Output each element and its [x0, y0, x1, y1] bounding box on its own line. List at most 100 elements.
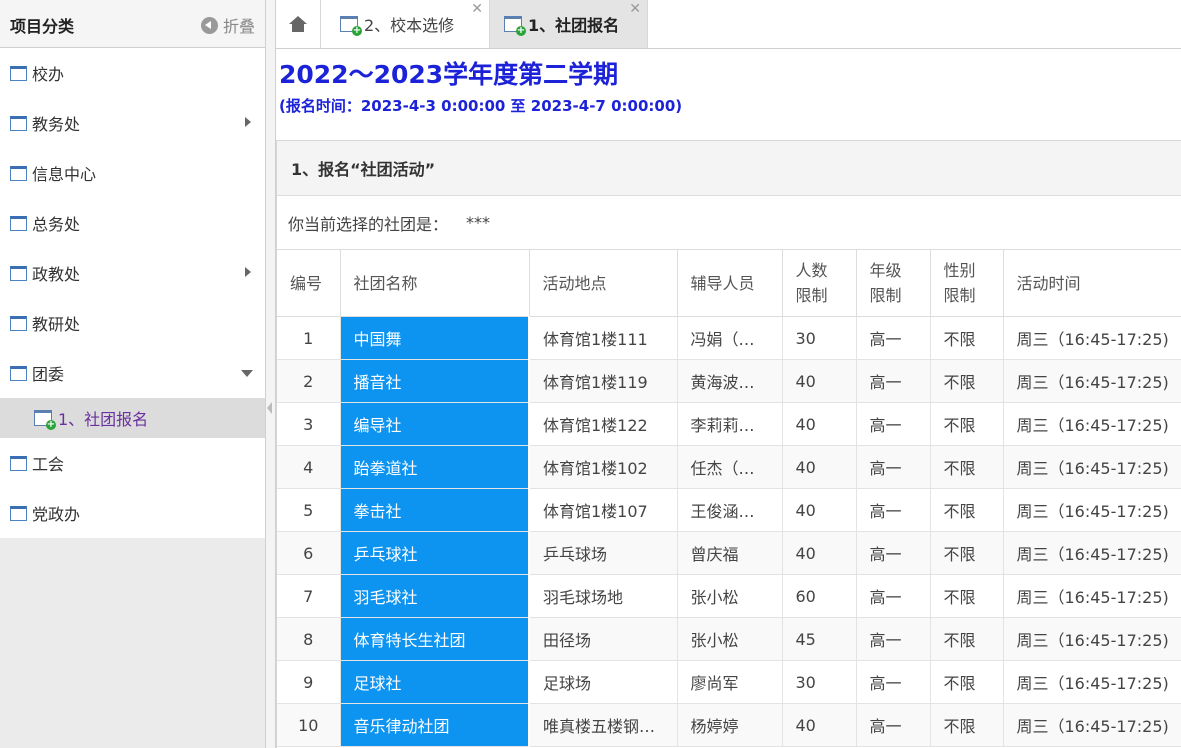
close-icon[interactable]: ✕ [471, 2, 483, 16]
club-gender-limit: 不限 [930, 617, 1004, 661]
club-name-button[interactable]: 跆拳道社 [340, 445, 530, 489]
club-grade-limit: 高一 [856, 402, 931, 446]
sidebar-item-label: 教研处 [32, 315, 81, 334]
club-schedule: 周三（16:45-17:25) [1003, 703, 1181, 747]
club-advisor: 曾庆福 [677, 531, 783, 575]
club-name-button[interactable]: 中国舞 [340, 316, 530, 360]
club-name-button[interactable]: 拳击社 [340, 488, 530, 532]
sidebar-item-zongwuchu[interactable]: 总务处 [0, 198, 265, 248]
table-row: 9 足球社 足球场 廖尚军 30 高一 不限 周三（16:45-17:25) [277, 660, 1181, 704]
club-capacity: 30 [782, 660, 857, 704]
sidebar-item-label: 总务处 [32, 215, 81, 234]
club-number: 7 [277, 574, 341, 618]
sidebar-item-jiaoyanchu[interactable]: 教研处 [0, 298, 265, 348]
table-row: 7 羽毛球社 羽毛球场地 张小松 60 高一 不限 周三（16:45-17:25) [277, 574, 1181, 618]
sidebar-item-zhengjiaochu[interactable]: 政教处 [0, 248, 265, 298]
club-number: 3 [277, 402, 341, 446]
window-icon [10, 455, 27, 471]
close-icon[interactable]: ✕ [629, 2, 641, 16]
club-schedule: 周三（16:45-17:25) [1003, 531, 1181, 575]
collapse-icon [200, 16, 218, 34]
tab-label: 2、校本选修 [364, 16, 455, 35]
sidebar-item-jiaowuchu[interactable]: 教务处 [0, 98, 265, 148]
club-grade-limit: 高一 [856, 531, 931, 575]
collapse-arrow-icon[interactable] [267, 402, 272, 414]
club-location: 体育馆1楼107 [529, 488, 678, 532]
sidebar-item-label: 校办 [32, 65, 65, 84]
tab-bar: 2、校本选修 ✕ 1、社团报名 ✕ [276, 0, 1181, 49]
club-name-button[interactable]: 体育特长生社团 [340, 617, 530, 661]
panel-title: 1、报名“社团活动” [277, 141, 1181, 196]
club-capacity: 40 [782, 703, 857, 747]
window-icon [10, 165, 27, 181]
club-advisor: 张小松 [677, 574, 783, 618]
club-location: 乒乓球场 [529, 531, 678, 575]
page-add-icon [504, 16, 526, 36]
club-schedule: 周三（16:45-17:25) [1003, 660, 1181, 704]
club-name-button[interactable]: 播音社 [340, 359, 530, 403]
table-row: 6 乒乓球社 乒乓球场 曾庆福 40 高一 不限 周三（16:45-17:25) [277, 531, 1181, 575]
chevron-down-icon [241, 370, 253, 377]
club-number: 9 [277, 660, 341, 704]
club-advisor: 杨婷婷 [677, 703, 783, 747]
club-gender-limit: 不限 [930, 316, 1004, 360]
column-header: 性别 限制 [930, 250, 1004, 317]
sidebar-item-xiaoban[interactable]: 校办 [0, 48, 265, 98]
club-gender-limit: 不限 [930, 359, 1004, 403]
collapse-button[interactable]: 折叠 [200, 13, 255, 37]
chevron-right-icon [245, 267, 251, 277]
home-icon [289, 16, 307, 32]
club-location: 羽毛球场地 [529, 574, 678, 618]
main-content: 2022～2023学年度第二学期 (报名时间：2023-4-3 0:00:00 … [276, 49, 1181, 748]
club-name-button[interactable]: 音乐律动社团 [340, 703, 530, 747]
club-number: 10 [277, 703, 341, 747]
sidebar-splitter[interactable] [266, 0, 276, 748]
sidebar-title: 项目分类 [10, 17, 75, 36]
table-row: 4 跆拳道社 体育馆1楼102 任杰（… 40 高一 不限 周三（16:45-17:25) [277, 445, 1181, 489]
table-header-row: 编号 社团名称 活动地点 辅导人员 人数 限制 年级 限制 性别 限制 活动时间 [277, 250, 1181, 317]
tab-xiaoben-xuanxiu[interactable]: 2、校本选修 ✕ [322, 0, 490, 48]
club-schedule: 周三（16:45-17:25) [1003, 617, 1181, 661]
chevron-right-icon [245, 117, 251, 127]
club-advisor: 冯娟（… [677, 316, 783, 360]
club-grade-limit: 高一 [856, 574, 931, 618]
window-icon [10, 65, 27, 81]
column-header: 活动时间 [1003, 250, 1181, 317]
sidebar-item-tuanwei[interactable]: 团委 [0, 348, 265, 398]
window-icon [10, 265, 27, 281]
club-name-button[interactable]: 足球社 [340, 660, 530, 704]
column-header: 活动地点 [529, 250, 678, 317]
sidebar-item-label: 信息中心 [32, 165, 97, 184]
club-name-button[interactable]: 编导社 [340, 402, 530, 446]
club-location: 足球场 [529, 660, 678, 704]
tab-home[interactable] [276, 0, 321, 48]
table-row: 2 播音社 体育馆1楼119 黄海波… 40 高一 不限 周三（16:45-17:25) [277, 359, 1181, 403]
club-number: 2 [277, 359, 341, 403]
sidebar-item-xinxizhongxin[interactable]: 信息中心 [0, 148, 265, 198]
window-icon [10, 215, 27, 231]
club-number: 4 [277, 445, 341, 489]
club-gender-limit: 不限 [930, 488, 1004, 532]
club-location: 唯真楼五楼钢… [529, 703, 678, 747]
column-header: 编号 [277, 250, 341, 317]
club-number: 1 [277, 316, 341, 360]
sidebar-subitem-shetuanbaoming[interactable]: 1、社团报名 [0, 398, 265, 438]
club-location: 体育馆1楼122 [529, 402, 678, 446]
club-name-button[interactable]: 羽毛球社 [340, 574, 530, 618]
registration-time: (报名时间：2023-4-3 0:00:00 至 2023-4-7 0:00:0… [279, 97, 683, 115]
club-schedule: 周三（16:45-17:25) [1003, 316, 1181, 360]
tab-shetuan-baoming[interactable]: 1、社团报名 ✕ [490, 0, 648, 48]
sidebar-item-label: 教务处 [32, 115, 81, 134]
column-header: 年级 限制 [856, 250, 931, 317]
sidebar-item-dangzhengban[interactable]: 党政办 [0, 488, 265, 538]
column-header: 辅导人员 [677, 250, 783, 317]
club-capacity: 40 [782, 402, 857, 446]
sidebar-item-label: 政教处 [32, 265, 81, 284]
sidebar-item-gonghui[interactable]: 工会 [0, 438, 265, 488]
club-location: 体育馆1楼102 [529, 445, 678, 489]
club-location: 田径场 [529, 617, 678, 661]
sidebar: 项目分类 折叠 校办 教务处 信息中心 总务处 政教处 教研处 团委 + 1、社… [0, 0, 266, 748]
tab-label: 1、社团报名 [528, 16, 620, 35]
club-name-button[interactable]: 乒乓球社 [340, 531, 530, 575]
club-number: 5 [277, 488, 341, 532]
